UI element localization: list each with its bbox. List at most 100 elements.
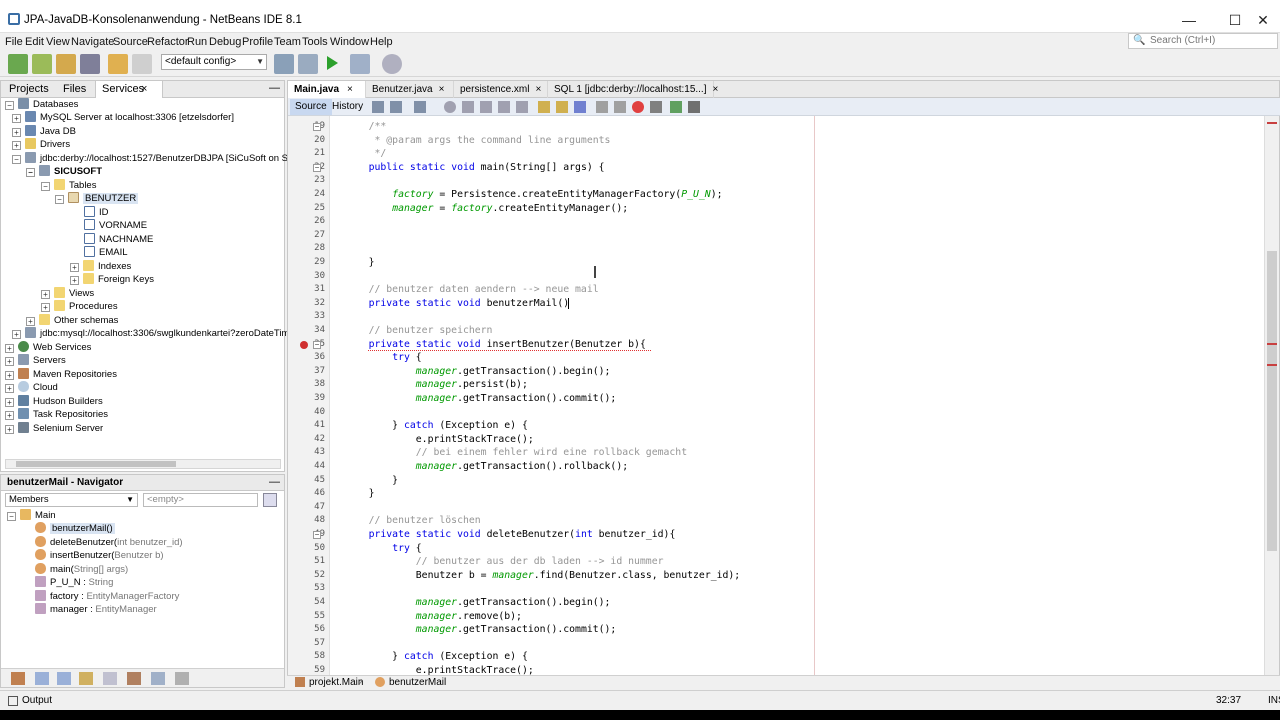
- navigator-member[interactable]: P_U_N : String: [35, 576, 113, 590]
- code-line[interactable]: manager.remove(b);: [345, 610, 522, 624]
- start-macro-icon[interactable]: [632, 101, 644, 113]
- comment-icon[interactable]: [670, 101, 682, 113]
- previous-bookmark-icon[interactable]: [538, 101, 550, 113]
- code-line[interactable]: } catch (Exception e) {: [345, 650, 528, 664]
- static-filter-icon[interactable]: [57, 672, 71, 685]
- toggle-rectangular-selection-icon[interactable]: [516, 101, 528, 113]
- tree-node-servers[interactable]: + Servers: [5, 354, 66, 368]
- tree-node-mysql-connection[interactable]: + jdbc:mysql://localhost:3306/swglkundenk…: [12, 327, 317, 341]
- horizontal-scrollbar[interactable]: [5, 459, 281, 469]
- code-line[interactable]: manager.persist(b);: [345, 378, 528, 392]
- navigator-member[interactable]: insertBenutzer(Benutzer b): [35, 549, 164, 563]
- tree-node-cloud[interactable]: + Cloud: [5, 381, 58, 395]
- tree-node-javadb[interactable]: + Java DB: [12, 125, 76, 139]
- tree-node-foreign-keys[interactable]: + Foreign Keys: [70, 273, 154, 287]
- sort-by-source-icon[interactable]: [127, 672, 141, 685]
- toggle-highlight-icon[interactable]: [498, 101, 510, 113]
- find-next-icon[interactable]: [480, 101, 492, 113]
- menu-run[interactable]: Run: [187, 36, 207, 48]
- tab-services[interactable]: Services: [95, 81, 164, 98]
- tree-node-mysql[interactable]: + MySQL Server at localhost:3306 [etzelsd…: [12, 111, 234, 125]
- code-line[interactable]: // benutzer daten aendern --> neue mail: [345, 283, 599, 297]
- fold-toggle[interactable]: −: [313, 531, 321, 539]
- minimize-panel-icon[interactable]: —: [269, 476, 280, 488]
- save-all-icon[interactable]: [80, 54, 100, 74]
- sort-order-icon[interactable]: [175, 672, 189, 685]
- last-edit-icon[interactable]: [372, 101, 384, 113]
- build-icon[interactable]: [274, 54, 294, 74]
- error-icon[interactable]: [300, 340, 308, 349]
- history-mode-button[interactable]: History: [330, 99, 365, 115]
- navigator-root-main[interactable]: − Main: [7, 509, 56, 523]
- error-stripe-marker[interactable]: [1267, 343, 1277, 345]
- inherited-filter-icon[interactable]: [103, 672, 117, 685]
- navigator-member[interactable]: deleteBenutzer(int benutzer_id): [35, 536, 183, 550]
- sort-by-name-icon[interactable]: [11, 672, 25, 685]
- undo-icon[interactable]: [108, 54, 128, 74]
- error-stripe-marker[interactable]: [1267, 364, 1277, 366]
- menu-debug[interactable]: Debug: [209, 36, 241, 48]
- code-line[interactable]: // bei einem fehler wird eine rollback g…: [345, 446, 687, 460]
- profile-project-icon[interactable]: [382, 54, 402, 74]
- code-line[interactable]: // benutzer aus der db laden --> id numm…: [345, 555, 664, 569]
- breadcrumb-class[interactable]: projekt.Main: [309, 677, 363, 688]
- navigator-member[interactable]: manager : EntityManager: [35, 603, 157, 617]
- code-line[interactable]: factory = Persistence.createEntityManage…: [345, 188, 722, 202]
- navigator-member[interactable]: main(String[] args): [35, 563, 128, 577]
- tree-node-procedures[interactable]: + Procedures: [41, 300, 118, 314]
- code-line[interactable]: Benutzer b = manager.find(Benutzer.class…: [345, 569, 740, 583]
- clean-build-icon[interactable]: [298, 54, 318, 74]
- tree-node-databases[interactable]: − Databases: [5, 98, 78, 112]
- minimize-panel-icon[interactable]: —: [269, 82, 280, 94]
- tree-node-column-nachname[interactable]: NACHNAME: [84, 233, 153, 247]
- tree-node-views[interactable]: + Views: [41, 287, 94, 301]
- code-line[interactable]: manager.getTransaction().commit();: [345, 392, 617, 406]
- tree-node-indexes[interactable]: + Indexes: [70, 260, 131, 274]
- members-filter-select[interactable]: Members ▼: [5, 493, 138, 507]
- code-line[interactable]: try {: [345, 542, 422, 556]
- search-input[interactable]: 🔍 Search (Ctrl+I): [1128, 33, 1278, 49]
- code-line[interactable]: private static void deleteBenutzer(int b…: [345, 528, 676, 542]
- tree-node-column-email[interactable]: EMAIL: [84, 246, 128, 260]
- code-line[interactable]: manager.getTransaction().begin();: [345, 365, 611, 379]
- navigator-member[interactable]: factory : EntityManagerFactory: [35, 590, 179, 604]
- fold-toggle[interactable]: −: [313, 163, 321, 172]
- minimize-button[interactable]: —: [1166, 10, 1212, 30]
- breadcrumb-method[interactable]: benutzerMail: [389, 677, 446, 688]
- tree-node-column-vorname[interactable]: VORNAME: [84, 219, 147, 233]
- tree-node-tables[interactable]: − Tables: [41, 179, 96, 193]
- code-line[interactable]: manager.getTransaction().commit();: [345, 623, 617, 637]
- new-project-icon[interactable]: [8, 54, 28, 74]
- tree-node-maven-repositories[interactable]: + Maven Repositories: [5, 368, 117, 382]
- code-line[interactable]: manager.getTransaction().rollback();: [345, 460, 628, 474]
- code-area[interactable]: /** * @param args the command line argum…: [331, 116, 1261, 677]
- error-stripe-marker[interactable]: [1267, 122, 1277, 124]
- tree-node-web-services[interactable]: + Web Services: [5, 341, 91, 355]
- code-line[interactable]: * @param args the command line arguments: [345, 134, 610, 148]
- vertical-scrollbar[interactable]: [1264, 116, 1279, 677]
- tab-benutzer-java[interactable]: Benutzer.java ×: [366, 81, 454, 98]
- fold-toggle[interactable]: −: [313, 340, 321, 349]
- tree-node-derby-connection[interactable]: − jdbc:derby://localhost:1527/BenutzerDBJ…: [12, 152, 318, 166]
- find-selection-icon[interactable]: [444, 101, 456, 113]
- tree-node-drivers[interactable]: + Drivers: [12, 138, 70, 152]
- menu-window[interactable]: Window: [330, 36, 369, 48]
- uncomment-icon[interactable]: [688, 101, 700, 113]
- fold-toggle[interactable]: −: [313, 123, 321, 131]
- menu-tools[interactable]: Tools: [302, 36, 328, 48]
- menu-profile[interactable]: Profile: [242, 36, 273, 48]
- menu-file[interactable]: File: [5, 36, 23, 48]
- menu-navigate[interactable]: Navigate: [71, 36, 114, 48]
- run-project-icon[interactable]: [324, 54, 344, 74]
- code-line[interactable]: }: [345, 474, 398, 488]
- fully-qualified-icon[interactable]: [151, 672, 165, 685]
- tree-node-task-repositories[interactable]: + Task Repositories: [5, 408, 108, 422]
- tree-node-sicusoft[interactable]: − SICUSOFT: [26, 165, 102, 179]
- close-tab-icon[interactable]: ×: [141, 83, 147, 95]
- back-icon[interactable]: [390, 101, 402, 113]
- menu-help[interactable]: Help: [370, 36, 393, 48]
- navigator-filter-input[interactable]: <empty>: [143, 493, 258, 507]
- stop-macro-icon[interactable]: [650, 101, 662, 113]
- fields-filter-icon[interactable]: [35, 672, 49, 685]
- shift-left-icon[interactable]: [596, 101, 608, 113]
